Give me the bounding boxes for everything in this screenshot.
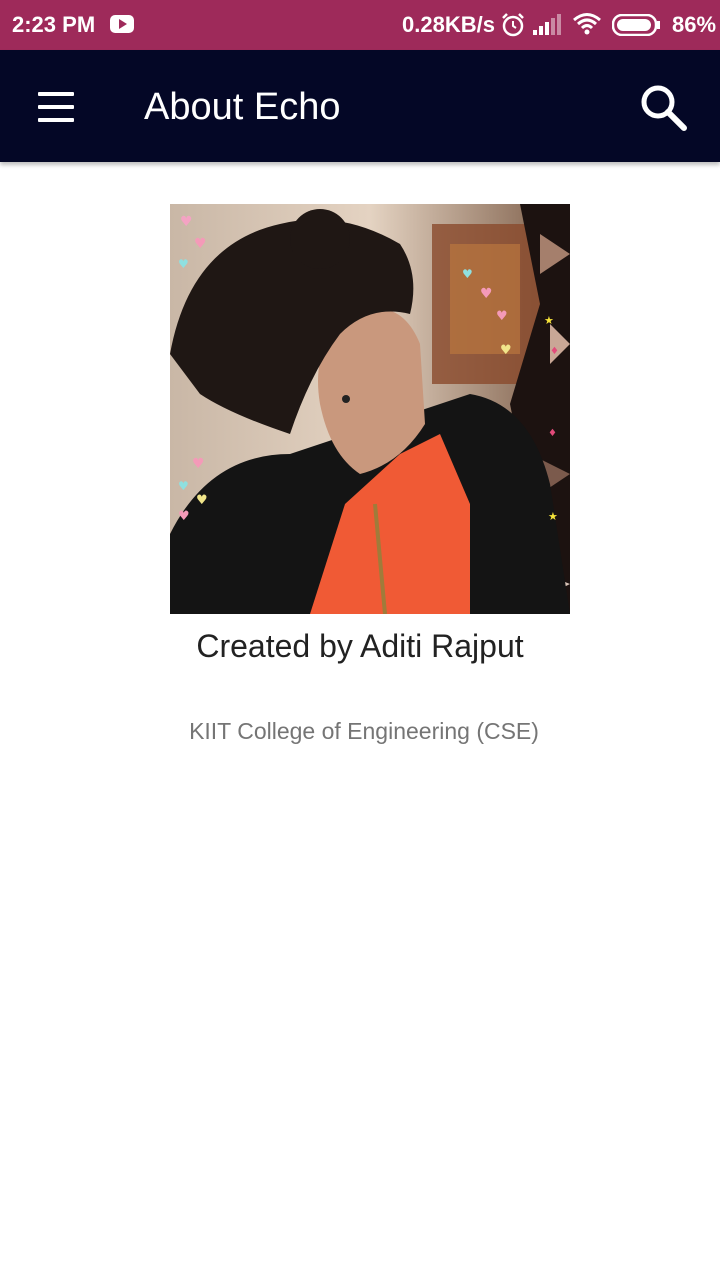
page-title: About Echo — [144, 86, 341, 128]
college-text: KIIT College of Engineering (CSE) — [189, 718, 539, 744]
svg-text:♥: ♥ — [180, 214, 193, 230]
search-button[interactable] — [636, 82, 692, 132]
status-time: 2:23 PM — [12, 12, 96, 37]
svg-text:♥: ♥ — [500, 343, 512, 358]
profile-photo-image: ♥ ♥ ♥ ♥ ♥ ♥ ♥ ♥ ♥ ♥ ♥ ★ ★ ♦ ♦ — [170, 204, 570, 614]
created-by-text: Created by Aditi Rajput — [196, 628, 524, 664]
svg-text:★: ★ — [548, 510, 558, 523]
status-bar: 2:23 PM 0.28KB/s 86% — [0, 0, 720, 50]
svg-text:★: ★ — [544, 314, 554, 327]
menu-icon-line — [38, 118, 74, 122]
svg-text:♦: ♦ — [550, 346, 559, 357]
menu-icon — [38, 92, 74, 96]
svg-text:♥: ♥ — [192, 456, 205, 472]
alarm-icon — [502, 13, 524, 37]
menu-button[interactable] — [36, 92, 76, 122]
wifi-icon — [573, 13, 601, 35]
svg-text:♥: ♥ — [480, 286, 493, 302]
svg-text:♥: ♥ — [196, 493, 208, 508]
network-speed: 0.28KB/s — [402, 12, 495, 37]
svg-text:♦: ♦ — [548, 428, 557, 439]
battery-percent: 86% — [672, 12, 717, 37]
svg-text:♥: ♥ — [178, 257, 189, 271]
svg-text:♥: ♥ — [178, 509, 190, 524]
svg-text:♥: ♥ — [178, 479, 189, 493]
battery-icon — [612, 14, 660, 36]
app-bar: About Echo — [0, 50, 720, 162]
signal-icon — [533, 14, 561, 35]
search-icon — [641, 85, 687, 131]
profile-photo: ♥ ♥ ♥ ♥ ♥ ♥ ♥ ♥ ♥ ♥ ♥ ★ ★ ♦ ♦ — [170, 204, 570, 614]
svg-text:♥: ♥ — [462, 267, 473, 281]
menu-icon-line — [38, 105, 74, 109]
youtube-icon — [110, 15, 134, 33]
svg-text:♥: ♥ — [496, 309, 508, 324]
svg-text:♥: ♥ — [194, 236, 207, 252]
